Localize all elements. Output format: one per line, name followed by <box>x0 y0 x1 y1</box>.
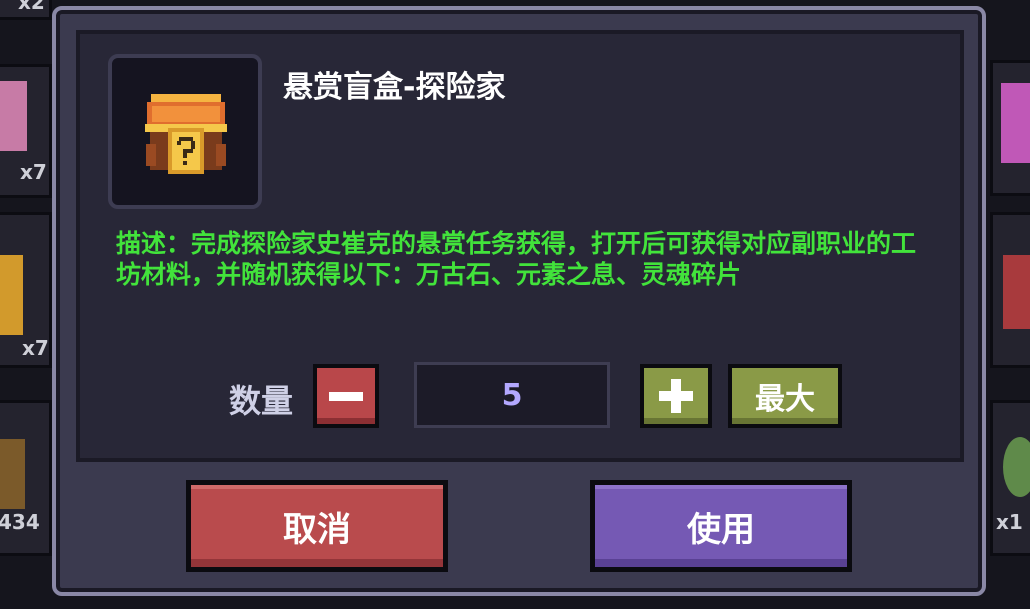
use-button[interactable]: 使用 <box>590 480 852 572</box>
max-quantity-button[interactable]: 最大 <box>728 364 842 428</box>
inventory-slot[interactable] <box>990 212 1030 368</box>
cancel-button[interactable]: 取消 <box>186 480 448 572</box>
inventory-slot[interactable] <box>990 60 1030 196</box>
inventory-count: x2 <box>18 0 45 14</box>
quantity-label: 数量 <box>229 382 294 420</box>
plus-icon <box>659 379 693 413</box>
inventory-count: 434 <box>0 510 40 534</box>
item-title: 悬赏盲盒-探险家 <box>283 70 506 105</box>
item-thumbnail-icon <box>0 439 25 509</box>
item-thumbnail-icon <box>1003 437 1030 497</box>
minus-icon <box>329 391 363 401</box>
inventory-count: x7 <box>20 160 47 184</box>
quantity-input[interactable]: 5 <box>414 362 610 428</box>
item-thumbnail-icon <box>1003 255 1030 329</box>
decrease-quantity-button[interactable] <box>313 364 379 428</box>
inventory-count: x7 <box>22 336 49 360</box>
increase-quantity-button[interactable] <box>640 364 712 428</box>
item-description: 描述：完成探险家史崔克的悬赏任务获得，打开后可获得对应副职业的工坊材料，并随机获… <box>116 229 917 289</box>
item-thumbnail-icon <box>1001 83 1030 163</box>
mystery-chest-icon <box>145 94 227 174</box>
item-thumbnail-icon <box>0 81 27 151</box>
item-thumbnail-icon <box>0 255 23 335</box>
item-icon-frame <box>108 54 262 209</box>
inventory-count: x1 <box>996 510 1023 534</box>
